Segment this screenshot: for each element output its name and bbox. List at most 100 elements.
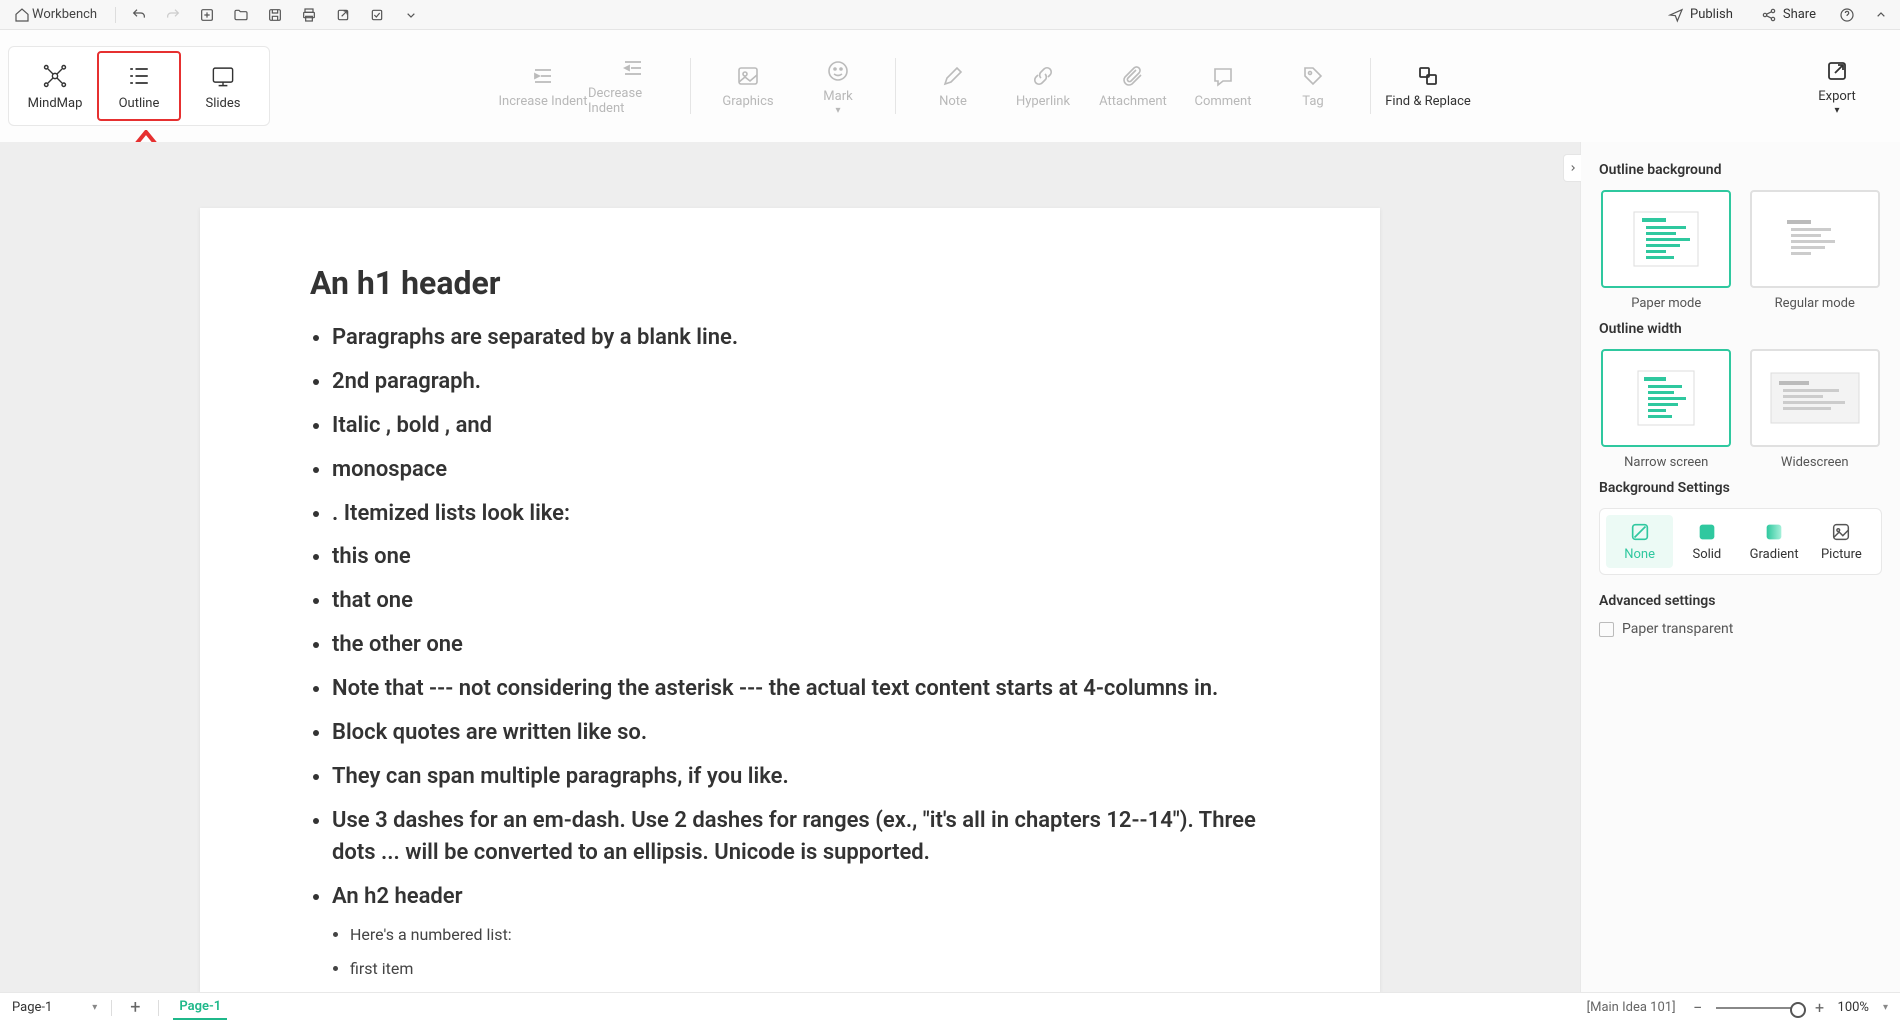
collapse-panel-button[interactable] bbox=[1563, 154, 1581, 182]
outline-width-heading: Outline width bbox=[1599, 321, 1882, 337]
none-icon bbox=[1629, 521, 1651, 543]
chevron-up-icon bbox=[1873, 7, 1889, 23]
save-icon bbox=[267, 7, 283, 23]
list-item[interactable]: this one bbox=[332, 535, 1270, 579]
new-button[interactable] bbox=[196, 4, 218, 26]
bg-picture-option[interactable]: Picture bbox=[1808, 515, 1875, 568]
indent-group: Increase Indent Decrease Indent bbox=[490, 30, 686, 142]
list-item[interactable]: the other one bbox=[332, 623, 1270, 667]
page-selector[interactable]: Page-1 ▾ bbox=[12, 1000, 97, 1015]
bg-settings-group: None Solid Gradient Picture bbox=[1599, 508, 1882, 575]
help-button[interactable] bbox=[1836, 4, 1858, 26]
separator bbox=[895, 58, 896, 114]
zoom-controls: − + 100% ▾ bbox=[1690, 998, 1888, 1017]
redo-button[interactable] bbox=[162, 4, 184, 26]
attachment-button[interactable]: Attachment bbox=[1088, 51, 1178, 121]
export-menu-button[interactable] bbox=[332, 4, 354, 26]
bg-none-option[interactable]: None bbox=[1606, 515, 1673, 568]
paper-transparent-checkbox[interactable]: Paper transparent bbox=[1599, 621, 1882, 637]
zoom-value: 100% bbox=[1838, 1000, 1869, 1015]
add-page-button[interactable]: + bbox=[126, 999, 144, 1017]
wide-option[interactable]: Widescreen bbox=[1748, 349, 1883, 470]
home-button[interactable]: Workbench bbox=[8, 5, 103, 25]
thumb-preview-icon bbox=[1616, 204, 1716, 274]
increase-indent-label: Increase Indent bbox=[499, 94, 588, 109]
folder-icon bbox=[233, 7, 249, 23]
mark-button[interactable]: Mark ▾ bbox=[793, 51, 883, 121]
list-item[interactable]: monospace bbox=[332, 448, 1270, 492]
page-tab[interactable]: Page-1 bbox=[173, 995, 227, 1020]
outline-view-button[interactable]: Outline bbox=[97, 51, 181, 121]
document-paper[interactable]: An h1 header Paragraphs are separated by… bbox=[200, 208, 1380, 992]
zoom-out-button[interactable]: − bbox=[1690, 998, 1706, 1017]
export-label: Export bbox=[1818, 89, 1856, 104]
separator bbox=[1370, 58, 1371, 114]
print-icon bbox=[301, 7, 317, 23]
zoom-slider[interactable] bbox=[1716, 1007, 1802, 1009]
list-item[interactable]: . Itemized lists look like: bbox=[332, 492, 1270, 536]
hyperlink-button[interactable]: Hyperlink bbox=[998, 51, 1088, 121]
thumb-preview-icon bbox=[1616, 363, 1716, 433]
narrow-thumb bbox=[1601, 349, 1731, 447]
workbench-label: Workbench bbox=[32, 7, 97, 22]
find-replace-icon bbox=[1416, 64, 1440, 88]
list-item[interactable]: They can span multiple paragraphs, if yo… bbox=[332, 755, 1270, 799]
slides-view-button[interactable]: Slides bbox=[181, 51, 265, 121]
separator bbox=[111, 1000, 112, 1016]
undo-button[interactable] bbox=[128, 4, 150, 26]
document-sublist: Here's a numbered list: first item bbox=[310, 918, 1270, 984]
mark-icon bbox=[826, 59, 850, 83]
document-h1[interactable]: An h1 header bbox=[310, 264, 1270, 302]
tag-button[interactable]: Tag bbox=[1268, 51, 1358, 121]
export-small-icon bbox=[335, 7, 351, 23]
print-button[interactable] bbox=[298, 4, 320, 26]
list-item[interactable]: Here's a numbered list: bbox=[350, 918, 1270, 951]
save-button[interactable] bbox=[264, 4, 286, 26]
tag-label: Tag bbox=[1302, 94, 1323, 109]
list-item[interactable]: Paragraphs are separated by a blank line… bbox=[332, 316, 1270, 360]
bg-mode-row: Paper mode Regular mode bbox=[1599, 190, 1882, 311]
list-item[interactable]: Italic , bold , and bbox=[332, 404, 1270, 448]
bg-solid-option[interactable]: Solid bbox=[1673, 515, 1740, 568]
mindmap-view-button[interactable]: MindMap bbox=[13, 51, 97, 121]
bg-none-label: None bbox=[1624, 547, 1655, 562]
decrease-indent-button[interactable]: Decrease Indent bbox=[588, 51, 678, 121]
edit-menu-button[interactable] bbox=[366, 4, 388, 26]
narrow-option[interactable]: Narrow screen bbox=[1599, 349, 1734, 470]
hyperlink-label: Hyperlink bbox=[1016, 94, 1070, 109]
bg-picture-label: Picture bbox=[1821, 547, 1862, 562]
canvas-area[interactable]: An h1 header Paragraphs are separated by… bbox=[0, 142, 1580, 992]
attachment-icon bbox=[1121, 64, 1145, 88]
increase-indent-button[interactable]: Increase Indent bbox=[498, 51, 588, 121]
list-item[interactable]: Note that --- not considering the asteri… bbox=[332, 667, 1270, 711]
share-button[interactable]: Share bbox=[1753, 5, 1824, 25]
paper-transparent-label: Paper transparent bbox=[1622, 621, 1733, 637]
list-item[interactable]: first item bbox=[350, 952, 1270, 985]
list-item[interactable]: Block quotes are written like so. bbox=[332, 711, 1270, 755]
insert-group: Graphics Mark ▾ bbox=[695, 30, 891, 142]
find-replace-button[interactable]: Find & Replace bbox=[1383, 51, 1473, 121]
note-button[interactable]: Note bbox=[908, 51, 998, 121]
list-item[interactable]: that one bbox=[332, 579, 1270, 623]
mindmap-label: MindMap bbox=[28, 96, 83, 111]
comment-button[interactable]: Comment bbox=[1178, 51, 1268, 121]
list-item[interactable]: 2nd paragraph. bbox=[332, 360, 1270, 404]
zoom-in-button[interactable]: + bbox=[1812, 998, 1828, 1017]
paper-mode-option[interactable]: Paper mode bbox=[1599, 190, 1734, 311]
more-menu-button[interactable] bbox=[400, 4, 422, 26]
export-button[interactable]: Export ▾ bbox=[1792, 51, 1882, 121]
open-button[interactable] bbox=[230, 4, 252, 26]
publish-button[interactable]: Publish bbox=[1660, 5, 1741, 25]
chevron-down-icon[interactable]: ▾ bbox=[1883, 1002, 1888, 1013]
graphics-icon bbox=[736, 64, 760, 88]
separator bbox=[115, 7, 116, 23]
regular-mode-option[interactable]: Regular mode bbox=[1748, 190, 1883, 311]
list-item[interactable]: An h2 header bbox=[332, 875, 1270, 919]
list-item[interactable]: Use 3 dashes for an em-dash. Use 2 dashe… bbox=[332, 799, 1270, 875]
graphics-button[interactable]: Graphics bbox=[703, 51, 793, 121]
bg-gradient-option[interactable]: Gradient bbox=[1741, 515, 1808, 568]
collapse-ribbon-button[interactable] bbox=[1870, 4, 1892, 26]
tag-icon bbox=[1301, 64, 1325, 88]
page-select-label: Page-1 bbox=[12, 1000, 52, 1015]
wide-label: Widescreen bbox=[1781, 455, 1849, 470]
